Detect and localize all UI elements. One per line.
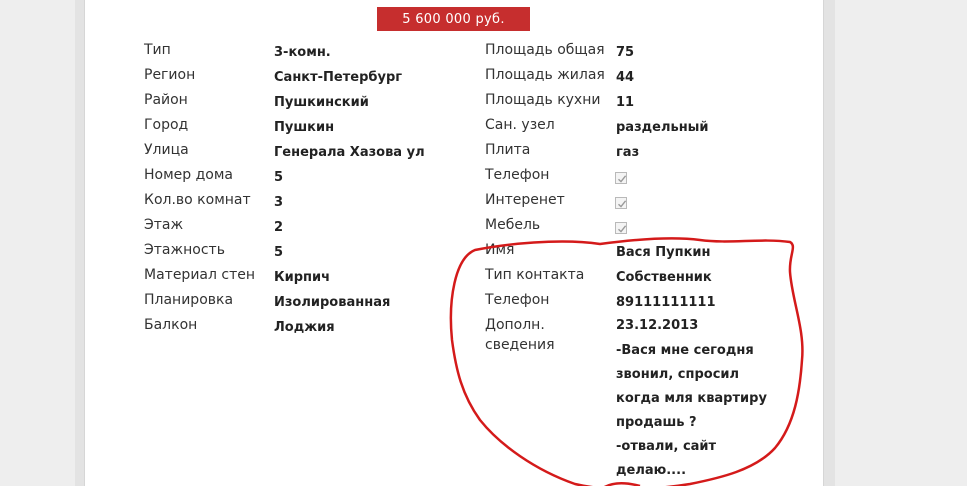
contact-value-type: Собственник	[616, 270, 712, 285]
note-line: продашь ?	[616, 415, 697, 430]
checkmark-icon	[618, 200, 627, 208]
field-label-wall-material: Материал стен	[144, 267, 256, 283]
field-value-house-number: 5	[274, 170, 284, 185]
field-label-street: Улица	[144, 142, 189, 158]
field-label-stove: Плита	[485, 142, 531, 158]
contact-label-extra-line1: Дополн.	[485, 317, 545, 333]
field-value-district: Пушкинский	[274, 95, 369, 110]
field-value-wall-material: Кирпич	[274, 270, 331, 285]
note-line: звонил, спросил	[616, 367, 740, 382]
amenity-label-furniture: Мебель	[485, 217, 541, 233]
field-label-type: Тип	[144, 42, 171, 58]
field-value-type: 3-комн.	[274, 45, 331, 60]
contact-value-name: Вася Пупкин	[616, 245, 711, 260]
field-label-floors-total: Этажность	[144, 242, 225, 258]
field-value-city: Пушкин	[274, 120, 335, 135]
field-label-area-total: Площадь общая	[485, 42, 605, 58]
field-label-house-number: Номер дома	[144, 167, 233, 183]
amenity-label-phone: Телефон	[485, 167, 550, 183]
checkmark-icon	[618, 225, 627, 233]
field-label-region: Регион	[144, 67, 196, 83]
contact-label-phone: Телефон	[485, 292, 550, 308]
amenity-checkbox-internet[interactable]	[615, 197, 627, 209]
field-label-floor: Этаж	[144, 217, 184, 233]
field-label-area-living: Площадь жилая	[485, 67, 605, 83]
field-value-stove: газ	[616, 145, 640, 160]
contact-label-name: Имя	[485, 242, 515, 258]
note-line: делаю....	[616, 463, 687, 478]
field-label-balcony: Балкон	[144, 317, 198, 333]
note-line: когда мля квартиру	[616, 391, 767, 406]
field-value-area-total: 75	[616, 45, 635, 60]
note-line: -отвали, сайт	[616, 439, 717, 454]
field-value-floors-total: 5	[274, 245, 284, 260]
amenity-checkbox-phone[interactable]	[615, 172, 627, 184]
field-value-area-living: 44	[616, 70, 635, 85]
note-date: 23.12.2013	[616, 318, 699, 333]
field-label-bathroom: Сан. узел	[485, 117, 555, 133]
amenity-label-internet: Интеренет	[485, 192, 565, 208]
field-value-balcony: Лоджия	[274, 320, 335, 335]
price-badge: 5 600 000 руб.	[377, 7, 530, 31]
field-label-layout: Планировка	[144, 292, 234, 308]
field-label-district: Район	[144, 92, 188, 108]
field-value-region: Санкт-Петербург	[274, 70, 403, 85]
field-value-area-kitchen: 11	[616, 95, 635, 110]
checkmark-icon	[618, 175, 627, 183]
contact-label-extra-line2: сведения	[485, 337, 555, 353]
field-value-street: Генерала Хазова ул	[274, 145, 425, 160]
contact-value-phone: 89111111111	[616, 295, 716, 310]
contact-label-type: Тип контакта	[485, 267, 585, 283]
field-label-rooms: Кол.во комнат	[144, 192, 251, 208]
field-value-layout: Изолированная	[274, 295, 391, 310]
field-value-bathroom: раздельный	[616, 120, 709, 135]
field-label-city: Город	[144, 117, 189, 133]
field-label-area-kitchen: Площадь кухни	[485, 92, 601, 108]
amenity-checkbox-furniture[interactable]	[615, 222, 627, 234]
field-value-floor: 2	[274, 220, 284, 235]
note-line: -Вася мне сегодня	[616, 343, 754, 358]
field-value-rooms: 3	[274, 195, 284, 210]
